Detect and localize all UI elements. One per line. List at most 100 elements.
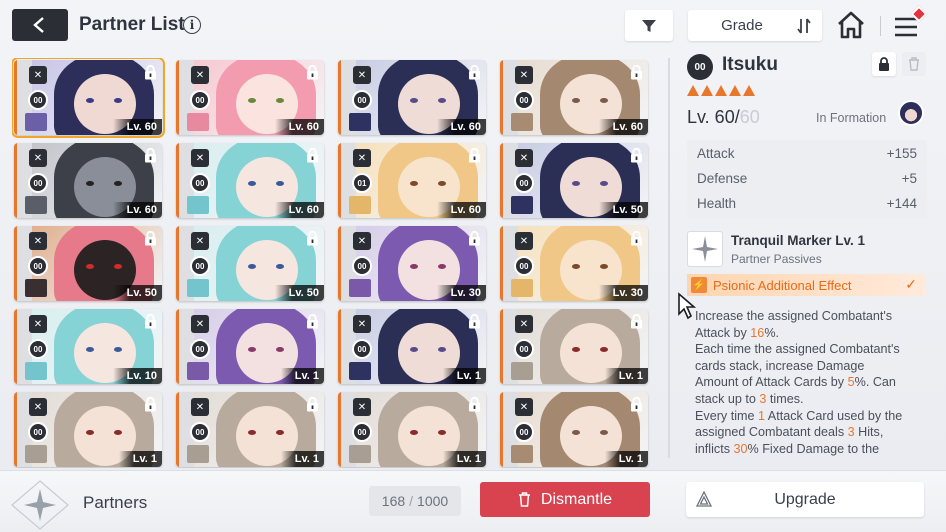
effect-tag[interactable]: ⚡ Psionic Additional Effect ✓ [687, 274, 925, 296]
lock-icon[interactable] [468, 314, 481, 329]
partner-card[interactable]: ✕ 00 Lv. 60 [14, 143, 162, 218]
dismantle-button[interactable]: Dismantle [480, 482, 650, 517]
lock-icon[interactable] [630, 65, 643, 80]
partner-card[interactable]: ✕ 00 Lv. 50 [176, 226, 324, 301]
lock-button[interactable] [872, 52, 896, 76]
lock-icon[interactable] [144, 314, 157, 329]
card-level: Lv. 60 [436, 119, 486, 135]
partner-card[interactable]: ✕ 00 Lv. 30 [338, 226, 486, 301]
upgrade-button[interactable]: Upgrade [686, 482, 924, 517]
description-text: cards stack, increase Damage [695, 358, 865, 373]
back-button[interactable] [12, 9, 68, 41]
duplicate-badge: 00 [28, 90, 48, 110]
partner-card[interactable]: ✕ 00 Lv. 30 [500, 226, 648, 301]
portrait-eye [572, 98, 580, 103]
lock-icon[interactable] [468, 65, 481, 80]
lock-icon [879, 57, 889, 71]
class-icon: ✕ [515, 315, 533, 333]
partner-card[interactable]: ✕ 00 Lv. 50 [500, 143, 648, 218]
home-icon[interactable] [836, 10, 866, 40]
partner-card[interactable]: ✕ 00 Lv. 60 [12, 58, 165, 138]
class-icon: ✕ [515, 232, 533, 250]
partner-grid: ✕ 00 Lv. 60 ✕ 00 Lv. 60 ✕ 00 Lv. 60 ✕ 00 Lv. 60 ✕ 00 L… [12, 58, 662, 468]
card-level: Lv. 50 [274, 285, 324, 301]
rarity-bar [176, 226, 179, 301]
partner-card[interactable]: ✕ 00 Lv. 1 [176, 392, 324, 467]
partner-card[interactable]: ✕ 00 Lv. 1 [14, 392, 162, 467]
description-text: Attack Card used by the [765, 408, 903, 423]
portrait-eye [600, 98, 608, 103]
lock-icon[interactable] [630, 397, 643, 412]
combatant-avatar [511, 113, 533, 131]
delete-button[interactable] [902, 52, 926, 76]
dismantle-label: Dismantle [540, 490, 613, 508]
description-text: %. Can [854, 375, 896, 390]
sort-dropdown[interactable]: Grade [688, 10, 822, 41]
lock-icon[interactable] [144, 65, 157, 80]
partner-card[interactable]: ✕ 00 Lv. 1 [500, 392, 648, 467]
combatant-avatar [187, 445, 209, 463]
rarity-bar [176, 143, 179, 218]
menu-button[interactable] [893, 5, 928, 40]
duplicate-badge: 00 [190, 339, 210, 359]
partner-card[interactable]: ✕ 00 Lv. 60 [176, 60, 324, 135]
card-level: Lv. 60 [274, 119, 324, 135]
card-level: Lv. 1 [280, 451, 324, 467]
formation-avatar[interactable] [898, 100, 924, 126]
description-value: 5 [847, 375, 855, 390]
description-value: 30 [733, 441, 748, 456]
lock-icon[interactable] [306, 314, 319, 329]
partner-card[interactable]: ✕ 00 Lv. 1 [176, 309, 324, 384]
duplicate-badge: 00 [28, 173, 48, 193]
partner-card[interactable]: ✕ 00 Lv. 50 [14, 226, 162, 301]
lock-icon[interactable] [630, 314, 643, 329]
description-text: % Fixed Damage to the [747, 441, 880, 456]
lock-icon[interactable] [144, 231, 157, 246]
partner-card[interactable]: ✕ 00 Lv. 1 [338, 392, 486, 467]
count-capacity: 1000 [417, 493, 449, 509]
partner-card[interactable]: ✕ 00 Lv. 10 [14, 309, 162, 384]
info-icon[interactable]: i [183, 16, 201, 34]
duplicate-badge: 00 [190, 422, 210, 442]
stat-defense-label: Defense [697, 171, 748, 186]
lock-icon[interactable] [468, 397, 481, 412]
bottom-bar: Partners 168/1000 Dismantle Upgrade [0, 470, 946, 532]
card-level: Lv. 60 [436, 202, 486, 218]
duplicate-badge: 00 [352, 422, 372, 442]
rarity-bar [338, 60, 341, 135]
lock-icon[interactable] [468, 231, 481, 246]
partner-card[interactable]: ✕ 00 Lv. 60 [338, 60, 486, 135]
rarity-bar [338, 226, 341, 301]
scrollbar[interactable] [668, 58, 670, 458]
lock-icon[interactable] [306, 65, 319, 80]
portrait-eye [276, 181, 284, 186]
partner-card[interactable]: ✕ 00 Lv. 1 [338, 309, 486, 384]
partner-card[interactable]: ✕ 00 Lv. 1 [500, 309, 648, 384]
lock-icon[interactable] [144, 397, 157, 412]
portrait-eye [86, 98, 94, 103]
lock-icon[interactable] [144, 148, 157, 163]
duplicate-badge: 00 [190, 256, 210, 276]
lock-icon[interactable] [306, 231, 319, 246]
lock-icon[interactable] [468, 148, 481, 163]
partner-card[interactable]: ✕ 00 Lv. 60 [500, 60, 648, 135]
combatant-avatar [25, 362, 47, 380]
portrait-eye [86, 264, 94, 269]
lock-icon[interactable] [630, 231, 643, 246]
sort-order-icon[interactable] [794, 16, 814, 36]
passive-skill-icon[interactable] [687, 231, 723, 267]
compass-icon [11, 480, 69, 530]
lock-icon[interactable] [306, 148, 319, 163]
partner-card[interactable]: ✕ 00 Lv. 60 [176, 143, 324, 218]
duplicate-badge: 00 [352, 339, 372, 359]
partner-card[interactable]: ✕ 01 Lv. 60 [338, 143, 486, 218]
lock-icon[interactable] [306, 397, 319, 412]
lock-icon[interactable] [630, 148, 643, 163]
duplicate-badge: 00 [514, 173, 534, 193]
combatant-avatar [187, 196, 209, 214]
filter-button[interactable] [625, 10, 673, 41]
portrait-eye [572, 347, 580, 352]
card-level: Lv. 30 [598, 285, 648, 301]
filter-icon [642, 19, 656, 32]
top-bar: Partner List i Grade [0, 0, 946, 50]
